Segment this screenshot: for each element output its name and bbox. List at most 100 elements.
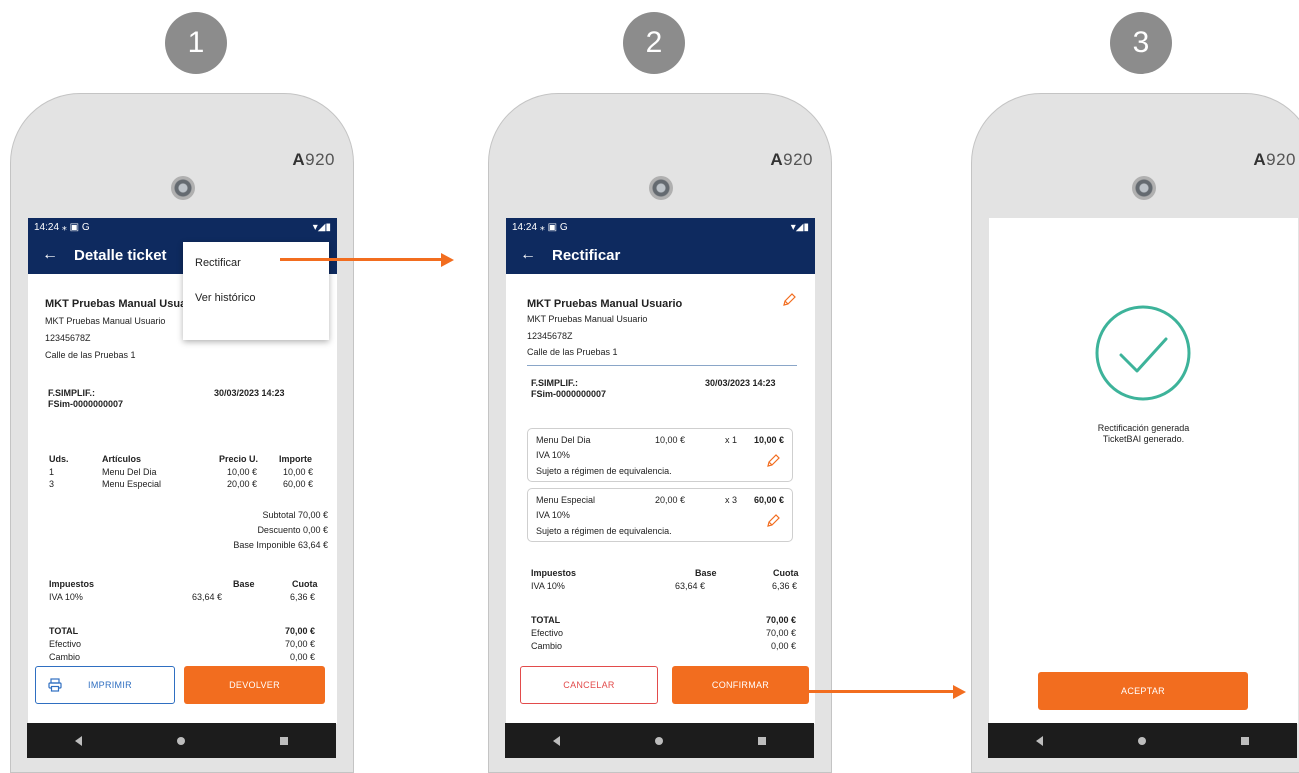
menu-item-ver-historico[interactable]: Ver histórico bbox=[195, 292, 256, 304]
address: Calle de las Pruebas 1 bbox=[45, 350, 136, 360]
tax-header-base: Base bbox=[695, 568, 717, 578]
nav-bar bbox=[988, 723, 1297, 758]
line-item-amount: 10,00 € bbox=[754, 435, 785, 445]
flow-arrow-2 bbox=[806, 690, 954, 693]
back-triangle-icon[interactable] bbox=[1035, 735, 1043, 746]
cambio-value: 0,00 € bbox=[290, 652, 316, 662]
tax-cuota: 6,36 € bbox=[290, 592, 316, 602]
camera-icon bbox=[171, 176, 195, 200]
tax-header-impuestos: Impuestos bbox=[531, 568, 577, 578]
back-arrow-icon[interactable]: ← bbox=[520, 246, 536, 264]
list-item[interactable]: Menu Del Dia 10,00 € x 1 10,00 € IVA 10%… bbox=[527, 428, 793, 482]
step-2-badge: 2 bbox=[623, 12, 685, 74]
flow-arrow-1-head bbox=[441, 253, 454, 267]
cambio-label: Cambio bbox=[49, 652, 81, 662]
line-item-price: 20,00 € bbox=[655, 495, 686, 505]
col-precio: Precio U. bbox=[219, 454, 259, 464]
recents-square-icon[interactable] bbox=[1241, 736, 1250, 745]
accept-button[interactable]: ACEPTAR bbox=[1038, 672, 1248, 710]
table-row-amount: 60,00 € bbox=[283, 479, 314, 489]
signal-battery-icon: ▾◢▮ bbox=[312, 221, 331, 233]
camera-icon bbox=[649, 176, 673, 200]
doc-date: 30/03/2023 14:23 bbox=[705, 378, 776, 388]
device-brand: A920 bbox=[1253, 150, 1296, 169]
doc-label: F.SIMPLIF.: bbox=[531, 378, 578, 388]
line-item-qty: x 3 bbox=[725, 495, 738, 505]
tax-name: IVA 10% bbox=[531, 581, 565, 591]
back-triangle-icon[interactable] bbox=[74, 735, 82, 746]
col-uds: Uds. bbox=[49, 454, 69, 464]
tax-header-base: Base bbox=[233, 579, 255, 589]
col-articulos: Artículos bbox=[102, 454, 142, 464]
return-button[interactable]: DEVOLVER bbox=[184, 666, 325, 704]
device-3: A920 Rectificación generada TicketBAI ge… bbox=[971, 93, 1299, 773]
cancel-button[interactable]: CANCELAR bbox=[520, 666, 658, 704]
flow-arrow-2-head bbox=[953, 685, 966, 699]
print-button[interactable]: IMPRIMIR bbox=[35, 666, 175, 704]
table-row-item: Menu Del Dia bbox=[102, 467, 157, 477]
home-circle-icon[interactable] bbox=[176, 736, 185, 745]
tax-cuota: 6,36 € bbox=[772, 581, 798, 591]
home-circle-icon[interactable] bbox=[654, 736, 663, 745]
total-label: TOTAL bbox=[531, 615, 561, 625]
line-item-tax: IVA 10% bbox=[536, 450, 570, 460]
edit-pencil-icon[interactable] bbox=[765, 513, 781, 534]
screen-detalle-ticket: 14:24 ⁎ ▣ G ▾◢▮ ← Detalle ticket MKT Pru… bbox=[28, 218, 337, 724]
nif: 12345678Z bbox=[527, 331, 573, 341]
page-title: Detalle ticket bbox=[74, 246, 167, 264]
edit-pencil-icon[interactable] bbox=[765, 453, 781, 474]
recents-square-icon[interactable] bbox=[280, 736, 289, 745]
recents-square-icon[interactable] bbox=[758, 736, 767, 745]
back-triangle-icon[interactable] bbox=[552, 735, 560, 746]
tax-header-cuota: Cuota bbox=[292, 579, 318, 589]
table-row-qty: 1 bbox=[49, 467, 55, 477]
line-item-price: 10,00 € bbox=[655, 435, 686, 445]
efectivo-value: 70,00 € bbox=[285, 639, 316, 649]
screen-rectificar: 14:24 ⁎ ▣ G ▾◢▮ ← Rectificar MKT Pruebas… bbox=[506, 218, 815, 724]
device-2: A920 14:24 ⁎ ▣ G ▾◢▮ ← Rectificar MKT Pr… bbox=[488, 93, 832, 773]
nav-bar bbox=[27, 723, 336, 758]
line-item-tax: IVA 10% bbox=[536, 510, 570, 520]
company-sub: MKT Pruebas Manual Usuario bbox=[527, 314, 648, 324]
table-row-price: 20,00 € bbox=[227, 479, 258, 489]
cancel-button-label: CANCELAR bbox=[563, 680, 615, 690]
home-circle-icon[interactable] bbox=[1137, 736, 1146, 745]
flow-arrow-1 bbox=[280, 258, 442, 261]
table-row-price: 10,00 € bbox=[227, 467, 258, 477]
list-item[interactable]: Menu Especial 20,00 € x 3 60,00 € IVA 10… bbox=[527, 488, 793, 542]
edit-pencil-icon[interactable] bbox=[781, 292, 797, 313]
status-bar: 14:24 ⁎ ▣ G ▾◢▮ bbox=[506, 218, 815, 236]
return-button-label: DEVOLVER bbox=[229, 680, 280, 690]
line-item-qty: x 1 bbox=[725, 435, 738, 445]
company-sub: MKT Pruebas Manual Usuario bbox=[45, 316, 166, 326]
step-3-badge: 3 bbox=[1110, 12, 1172, 74]
device-1: A920 14:24 ⁎ ▣ G ▾◢▮ ← Detalle ticket MK… bbox=[10, 93, 354, 773]
doc-number: FSim-0000000007 bbox=[531, 389, 607, 399]
overflow-menu: Rectificar Ver histórico bbox=[183, 242, 329, 340]
total-value: 70,00 € bbox=[766, 615, 797, 625]
page-title: Rectificar bbox=[552, 246, 621, 264]
app-bar: ← Rectificar bbox=[506, 236, 815, 274]
efectivo-label: Efectivo bbox=[531, 628, 564, 638]
menu-item-rectificar[interactable]: Rectificar bbox=[195, 257, 241, 269]
doc-number: FSim-0000000007 bbox=[48, 399, 124, 409]
device-brand: A920 bbox=[292, 150, 335, 169]
screen-confirmation: Rectificación generada TicketBAI generad… bbox=[989, 218, 1298, 724]
efectivo-value: 70,00 € bbox=[766, 628, 797, 638]
status-bar: 14:24 ⁎ ▣ G ▾◢▮ bbox=[28, 218, 337, 236]
doc-date: 30/03/2023 14:23 bbox=[214, 388, 285, 398]
table-row-item: Menu Especial bbox=[102, 479, 162, 489]
tax-base: 63,64 € bbox=[675, 581, 706, 591]
accept-button-label: ACEPTAR bbox=[1121, 686, 1165, 696]
back-arrow-icon[interactable]: ← bbox=[42, 246, 58, 264]
ticketbai-message: TicketBAI generado. bbox=[1102, 434, 1185, 444]
camera-icon bbox=[1132, 176, 1156, 200]
line-item-name: Menu Del Dia bbox=[536, 435, 591, 445]
company-name: MKT Pruebas Manual Usua bbox=[45, 298, 187, 310]
confirm-button-label: CONFIRMAR bbox=[711, 680, 770, 690]
nav-bar bbox=[505, 723, 814, 758]
confirm-button[interactable]: CONFIRMAR bbox=[672, 666, 809, 704]
tax-base: 63,64 € bbox=[192, 592, 223, 602]
success-check-icon bbox=[1093, 303, 1193, 408]
divider bbox=[527, 365, 797, 366]
